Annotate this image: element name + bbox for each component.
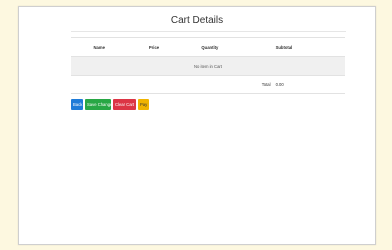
header-blank (71, 37, 92, 57)
title-divider (71, 31, 346, 32)
back-button[interactable]: Back (71, 99, 83, 110)
header-subtotal: Subtotal (273, 37, 345, 57)
cart-table: Name Price Quantity Subtotal No item in … (71, 37, 345, 94)
header-price: Price (146, 37, 200, 57)
empty-cart-row: No item in Cart (71, 56, 345, 76)
total-label: Total (71, 75, 274, 94)
header-quantity: Quantity (199, 37, 274, 57)
pay-button[interactable]: Pay (138, 99, 149, 110)
header-name: Name (91, 37, 147, 57)
cart-panel: Cart Details Name Price Quantity Subtota… (18, 6, 376, 245)
total-row: Total 0.00 (71, 75, 345, 94)
action-buttons: Back Save Changes Clear Cart Pay (71, 99, 149, 110)
total-value: 0.00 (273, 75, 345, 94)
clear-cart-button[interactable]: Clear Cart (113, 99, 136, 110)
empty-cart-message: No item in Cart (71, 56, 345, 76)
table-header-row: Name Price Quantity Subtotal (71, 37, 345, 57)
page-title: Cart Details (170, 15, 224, 26)
save-changes-button[interactable]: Save Changes (85, 99, 114, 110)
